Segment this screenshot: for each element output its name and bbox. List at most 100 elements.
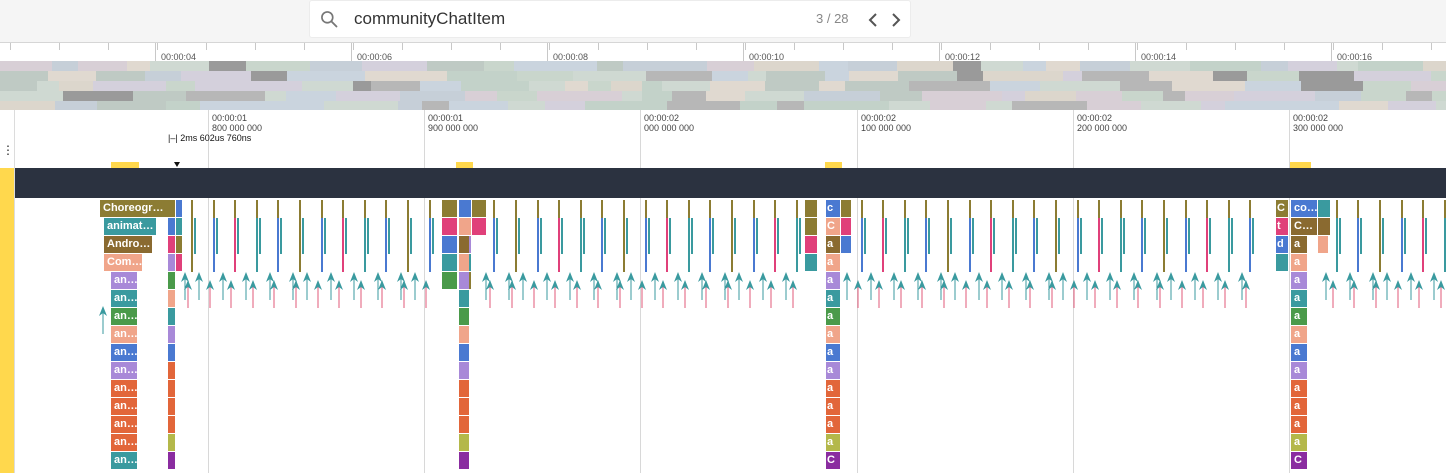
thin-slice[interactable] [777, 218, 779, 254]
thin-slice[interactable] [972, 218, 974, 254]
thin-slice[interactable] [277, 200, 279, 218]
thin-slice[interactable] [1185, 200, 1187, 218]
narrow-slice[interactable] [1318, 200, 1330, 217]
slice-group3-10[interactable]: a [826, 380, 840, 397]
slice-group4-7[interactable]: a [1291, 326, 1307, 343]
slice-group4-12[interactable]: a [1291, 416, 1307, 433]
narrow-slice[interactable] [459, 326, 469, 343]
track-header-bar[interactable] [15, 168, 1446, 198]
thin-slice[interactable] [429, 200, 431, 218]
thin-slice[interactable] [691, 218, 693, 254]
slice-group3-0[interactable]: c [826, 200, 840, 217]
thin-slice[interactable] [645, 200, 647, 218]
slice-2[interactable]: Andro… [104, 236, 152, 253]
thin-slice[interactable] [1080, 218, 1082, 254]
slice-group4-13[interactable]: a [1291, 434, 1307, 451]
thin-slice[interactable] [1231, 218, 1233, 254]
slice-group4-0[interactable]: co… [1291, 200, 1317, 217]
thin-slice[interactable] [947, 200, 949, 218]
thin-slice[interactable] [864, 218, 866, 254]
thread-track-slices[interactable]: Choreogr… animat… Andro… Com… an… an… an… an… an… [15, 200, 1446, 473]
thin-slice[interactable] [904, 200, 906, 218]
slice-group4-4[interactable]: a [1291, 272, 1307, 289]
narrow-slice[interactable] [459, 344, 469, 361]
thin-slice[interactable] [731, 200, 733, 218]
slice-5[interactable]: an… [111, 290, 137, 307]
narrow-slice[interactable] [1318, 218, 1330, 235]
search-box[interactable]: 3 / 28 [310, 1, 910, 37]
thin-slice[interactable] [1166, 218, 1168, 254]
narrow-slice[interactable] [168, 200, 175, 217]
thin-slice[interactable] [1360, 218, 1362, 254]
narrow-slice[interactable] [459, 416, 469, 433]
thin-slice[interactable] [213, 200, 215, 218]
slice-group4-5[interactable]: a [1291, 290, 1307, 307]
thin-slice[interactable] [1206, 200, 1208, 218]
thin-slice[interactable] [1012, 200, 1014, 218]
thin-slice[interactable] [191, 200, 193, 218]
thin-slice[interactable] [1036, 218, 1038, 254]
thin-slice[interactable] [561, 218, 563, 254]
narrow-slice[interactable] [168, 218, 175, 235]
slice-group4-2[interactable]: a [1291, 236, 1307, 253]
narrow-slice[interactable] [176, 200, 182, 217]
narrow-slice[interactable] [168, 344, 175, 361]
thin-slice[interactable] [950, 218, 952, 254]
slice-7[interactable]: an… [111, 326, 137, 343]
slice-group3-12[interactable]: a [826, 416, 840, 433]
narrow-slice[interactable] [841, 200, 851, 217]
narrow-slice[interactable] [459, 308, 469, 325]
slice-13[interactable]: an… [111, 434, 137, 451]
thin-slice[interactable] [299, 200, 301, 218]
slice-group4-a-0[interactable]: C [1276, 200, 1288, 217]
more-options-icon[interactable]: ⋮ [2, 144, 14, 156]
thin-slice[interactable] [756, 218, 758, 254]
narrow-slice[interactable] [459, 254, 469, 271]
narrow-slice[interactable] [168, 272, 175, 289]
slice-group4-1[interactable]: C… [1291, 218, 1317, 235]
overview-timeline[interactable]: 00:00:04 00:00:06 00:00:08 00:00:10 00:00:12… [0, 42, 1446, 110]
thin-slice[interactable] [885, 218, 887, 254]
slice-4[interactable]: an… [111, 272, 137, 289]
thin-slice[interactable] [234, 200, 236, 218]
thin-slice[interactable] [774, 200, 776, 218]
thin-slice[interactable] [1077, 200, 1079, 218]
slice-group3-2[interactable]: a [826, 236, 840, 253]
slice-group4-a-1[interactable]: t [1276, 218, 1288, 235]
thin-slice[interactable] [1188, 218, 1190, 254]
slice-0[interactable]: Choreogr… [100, 200, 168, 217]
slice-3[interactable]: Com… [104, 254, 142, 271]
slice-group3-14[interactable]: C [826, 452, 840, 469]
narrow-slice[interactable] [442, 236, 457, 253]
slice-group3-7[interactable]: a [826, 326, 840, 343]
previous-match-icon[interactable] [864, 10, 882, 30]
thin-slice[interactable] [1425, 218, 1427, 254]
thin-slice[interactable] [1249, 200, 1251, 218]
thin-slice[interactable] [1228, 200, 1230, 218]
thin-slice[interactable] [861, 200, 863, 218]
thin-slice[interactable] [432, 218, 434, 254]
thin-slice[interactable] [1382, 218, 1384, 254]
thin-slice[interactable] [734, 218, 736, 254]
narrow-slice[interactable] [176, 218, 182, 235]
narrow-slice[interactable] [805, 254, 817, 271]
thin-slice[interactable] [1101, 218, 1103, 254]
narrow-slice[interactable] [168, 452, 175, 469]
slice-group2-a[interactable] [442, 200, 457, 217]
thin-slice[interactable] [1339, 218, 1341, 254]
slice-group4-9[interactable]: a [1291, 362, 1307, 379]
thin-slice[interactable] [493, 200, 495, 218]
thin-slice[interactable] [882, 200, 884, 218]
narrow-slice[interactable] [168, 308, 175, 325]
thin-slice[interactable] [280, 218, 282, 254]
thin-slice[interactable] [753, 200, 755, 218]
thin-slice[interactable] [601, 200, 603, 218]
thin-slice[interactable] [583, 218, 585, 254]
slice-1[interactable]: animat… [104, 218, 156, 235]
thin-slice[interactable] [558, 200, 560, 218]
thin-slice[interactable] [256, 200, 258, 218]
thin-slice[interactable] [407, 200, 409, 218]
slice-group3-13[interactable]: a [826, 434, 840, 451]
thin-slice[interactable] [1252, 218, 1254, 254]
slice-group3-8[interactable]: a [826, 344, 840, 361]
